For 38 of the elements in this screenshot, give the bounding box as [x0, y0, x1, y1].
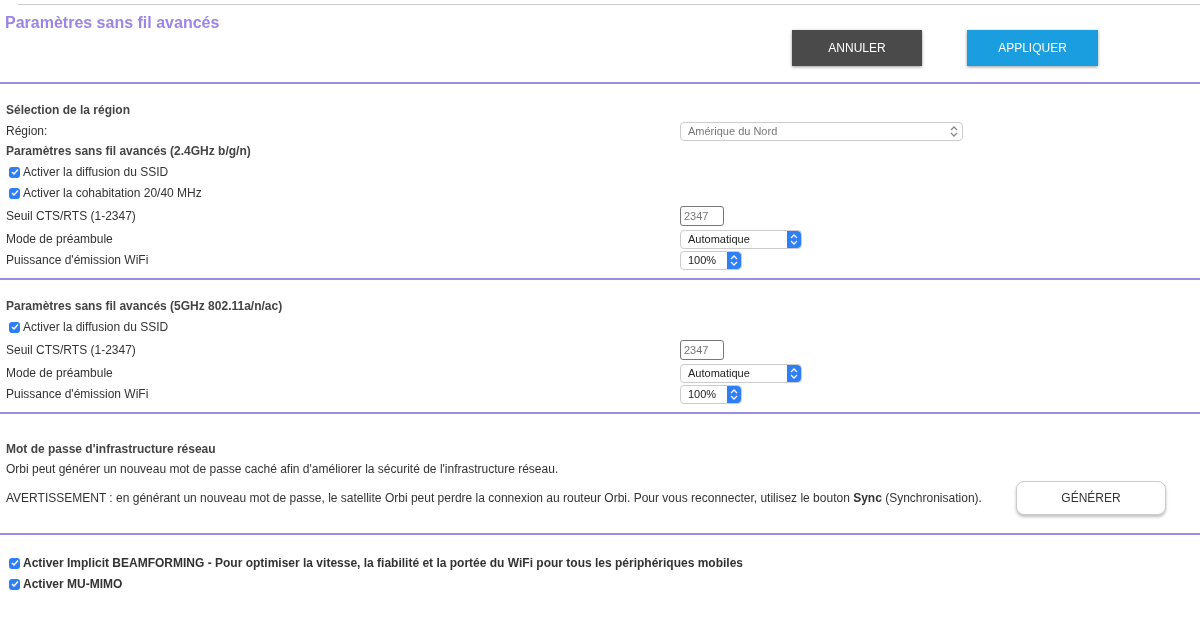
field-label: Seuil CTS/RTS (1-2347) — [6, 209, 137, 223]
chevron-updown-icon — [730, 254, 738, 266]
checkbox-label: Activer la cohabitation 20/40 MHz — [23, 186, 202, 200]
description-text: Orbi peut générer un nouveau mot de passe caché afin d'améliorer la sécurité de l'infrastructure réseau. — [6, 461, 560, 478]
section-heading: Sélection de la région — [6, 102, 132, 119]
chevron-updown-icon — [730, 388, 738, 400]
checkbox-label: Activer la diffusion du SSID — [23, 165, 169, 179]
chevron-updown-icon — [790, 233, 798, 245]
checkbox[interactable] — [9, 166, 20, 178]
checkbox[interactable] — [9, 321, 20, 333]
field-label: Région: — [6, 124, 49, 138]
select-dropdown[interactable]: 100% — [680, 250, 742, 270]
section-heading: Paramètres sans fil avancés (5GHz 802.11a/n/ac) — [6, 298, 284, 315]
input-field[interactable]: 2347 — [680, 206, 724, 226]
checkbox-label: Activer MU-MIMO — [23, 577, 123, 591]
field-label: Mode de préambule — [6, 232, 114, 246]
field-label: Mode de préambule — [6, 366, 114, 380]
input-field[interactable]: 2347 — [680, 340, 724, 360]
checkbox-label: Activer la diffusion du SSID — [23, 320, 169, 334]
field-label: Seuil CTS/RTS (1-2347) — [6, 343, 137, 357]
checkbox-label: Activer Implicit BEAMFORMING - Pour optimiser la vitesse, la fiabilité et la portée du WiFi pour tous les périphériques mobiles — [23, 556, 744, 570]
chevron-updown-icon — [950, 125, 958, 137]
checkbox[interactable] — [9, 557, 20, 569]
select-dropdown[interactable]: Automatique — [680, 363, 802, 383]
cancel-button[interactable]: ANNULER — [792, 30, 922, 66]
checkbox[interactable] — [9, 187, 20, 199]
field-label: Puissance d'émission WiFi — [6, 253, 150, 267]
page-title: Paramètres sans fil avancés — [4, 13, 221, 32]
checkbox[interactable] — [9, 578, 20, 590]
generate-button[interactable]: GÉNÉRER — [1016, 481, 1166, 515]
select-dropdown[interactable]: Amérique du Nord — [680, 121, 963, 141]
field-label: Puissance d'émission WiFi — [6, 387, 150, 401]
warning-text: AVERTISSEMENT : en générant un nouveau mot de passe, le satellite Orbi peut perdre la connexion au routeur Orbi. Pour vous reconnecter, utilisez le bouton Sync (Synchronisation). — [6, 491, 982, 505]
select-dropdown[interactable]: Automatique — [680, 229, 802, 249]
chevron-updown-icon — [790, 367, 798, 379]
section-heading: Paramètres sans fil avancés (2.4GHz b/g/n) — [6, 143, 252, 160]
select-dropdown[interactable]: 100% — [680, 384, 742, 404]
section-heading: Mot de passe d'infrastructure réseau — [6, 441, 217, 458]
